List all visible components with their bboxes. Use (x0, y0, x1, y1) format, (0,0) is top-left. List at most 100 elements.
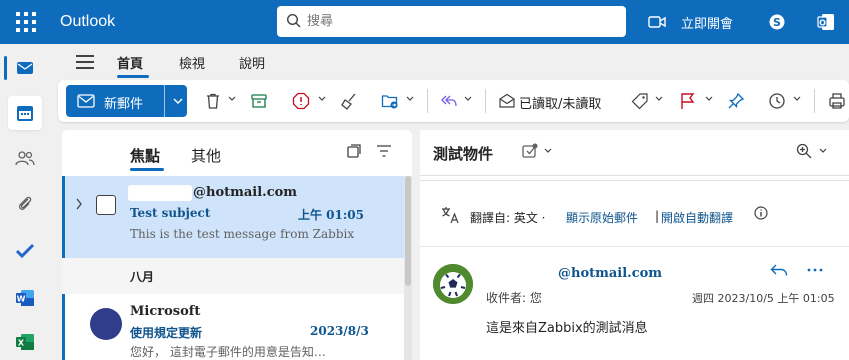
message-subject: Test subject (130, 206, 211, 220)
tab-focused[interactable]: 焦點 (130, 145, 160, 166)
show-original-link[interactable]: 顯示原始郵件 (566, 209, 638, 226)
sender-address[interactable]: @hotmail.com (558, 266, 662, 281)
message-list-pane: 焦點 其他 @hotmail.com Test subject 上午 01:05… (62, 130, 412, 360)
reading-pane: 測試物件 翻譯自: 英文 · 顯示原始郵件 | 開啟自動翻譯 @hotmail.… (420, 130, 849, 360)
chevron-down-icon[interactable] (544, 147, 552, 155)
sender-name: Microsoft (130, 304, 201, 319)
ribbon-tabs: 首頁 檢視 說明 (50, 44, 849, 80)
search-box[interactable] (277, 6, 626, 37)
move-to-folder-icon[interactable] (381, 92, 399, 110)
archive-icon[interactable] (250, 92, 268, 110)
select-mode-icon[interactable] (346, 143, 362, 159)
reply-all-icon[interactable] (440, 92, 458, 110)
word-icon[interactable]: W (8, 281, 42, 315)
new-mail-label: 新郵件 (104, 97, 144, 112)
attachment-icon[interactable] (8, 187, 42, 221)
chevron-down-icon[interactable] (655, 95, 663, 103)
tag-icon[interactable] (631, 92, 649, 110)
hamburger-icon[interactable] (76, 55, 94, 69)
people-icon[interactable] (8, 141, 42, 175)
message-list-header: 焦點 其他 (62, 130, 412, 176)
sensitivity-label-icon[interactable] (521, 142, 539, 160)
redacted-sender-mask (128, 185, 192, 201)
calendar-icon[interactable] (8, 96, 42, 130)
svg-text:X: X (18, 338, 25, 347)
reply-icon[interactable] (770, 263, 788, 277)
chevron-down-icon[interactable] (705, 95, 713, 103)
pin-icon[interactable] (727, 92, 745, 110)
ribbon-toolbar: 新郵件 已讀取/未讀取 (58, 80, 849, 122)
snooze-clock-icon[interactable] (768, 92, 786, 110)
top-bar: Outlook 立即開會 S O (0, 0, 849, 44)
excel-icon[interactable]: X (8, 325, 42, 359)
svg-text:O: O (819, 18, 826, 27)
zoom-icon[interactable] (795, 142, 813, 160)
chevron-down-icon[interactable] (318, 95, 326, 103)
translation-separator: | (655, 209, 660, 223)
skype-icon[interactable]: S (769, 0, 785, 44)
auto-translate-link[interactable]: 開啟自動翻譯 (661, 209, 733, 226)
read-unread-label[interactable]: 已讀取/未讀取 (519, 93, 601, 112)
scrollbar-thumb[interactable] (405, 176, 411, 286)
group-header: 八月 (62, 258, 404, 294)
chevron-down-icon[interactable] (793, 95, 801, 103)
tab-view[interactable]: 檢視 (179, 53, 205, 72)
group-header-label: 八月 (130, 270, 155, 284)
todo-icon[interactable] (8, 234, 42, 268)
tab-home[interactable]: 首頁 (117, 53, 143, 72)
chevron-down-icon[interactable] (173, 97, 183, 105)
split-divider (164, 85, 165, 117)
chevron-down-icon[interactable] (819, 147, 827, 155)
unread-indicator (62, 294, 65, 360)
focused-underline (130, 168, 164, 171)
translated-from-label: 翻譯自: 英文 · (470, 211, 546, 225)
filter-icon[interactable] (376, 143, 392, 159)
chevron-down-icon[interactable] (406, 95, 414, 103)
message-date: 2023/8/3 (310, 324, 369, 338)
svg-text:S: S (773, 16, 781, 29)
app-launcher-icon[interactable] (14, 10, 38, 34)
more-options-icon[interactable] (807, 268, 823, 272)
message-time: 上午 01:05 (298, 208, 365, 222)
svg-text:W: W (17, 294, 26, 303)
recipient-line: 收件者: 您 (486, 291, 542, 305)
sweep-icon[interactable] (340, 92, 358, 110)
toolbar-separator (814, 89, 815, 113)
delete-icon[interactable] (204, 92, 222, 110)
rail-active-indicator (4, 56, 7, 80)
mail-compose-icon (77, 94, 95, 108)
meet-now-label: 立即開會 (681, 16, 734, 32)
sender-name: @hotmail.com (193, 185, 298, 200)
reading-pane-header: 測試物件 (420, 130, 849, 176)
conversation-title: 測試物件 (433, 145, 494, 163)
new-mail-button[interactable]: 新郵件 (66, 85, 187, 117)
office-icon[interactable]: O (817, 0, 835, 44)
info-icon[interactable] (754, 206, 768, 220)
meet-now-button[interactable]: 立即開會 (681, 0, 733, 44)
toolbar-separator (485, 89, 486, 113)
meet-now-icon[interactable] (648, 0, 666, 44)
mark-read-icon[interactable] (498, 92, 516, 110)
mail-icon[interactable] (8, 51, 42, 85)
tab-other[interactable]: 其他 (191, 145, 221, 166)
chevron-down-icon[interactable] (228, 95, 236, 103)
tab-help[interactable]: 說明 (239, 53, 265, 72)
message-preview: 您好， 這封電子郵件的用意是告知… (130, 345, 326, 359)
chevron-right-icon[interactable] (75, 198, 83, 210)
search-icon (286, 13, 301, 28)
app-name[interactable]: Outlook (60, 13, 115, 31)
translation-bar: 翻譯自: 英文 · 顯示原始郵件 | 開啟自動翻譯 (420, 181, 849, 247)
message-date: 週四 2023/10/5 上午 01:05 (692, 292, 835, 305)
avatar (433, 264, 473, 304)
select-checkbox[interactable] (96, 195, 116, 215)
print-icon[interactable] (828, 92, 846, 110)
translate-icon (442, 207, 459, 224)
toolbar-separator (427, 89, 428, 113)
avatar (90, 308, 122, 340)
chevron-down-icon[interactable] (464, 95, 472, 103)
search-input[interactable] (307, 11, 607, 31)
message-body: 這是來自Zabbix的測試消息 (486, 321, 648, 336)
report-icon[interactable] (292, 92, 310, 110)
flag-icon[interactable] (679, 92, 697, 110)
message-preview: This is the test message from Zabbix (130, 227, 355, 241)
